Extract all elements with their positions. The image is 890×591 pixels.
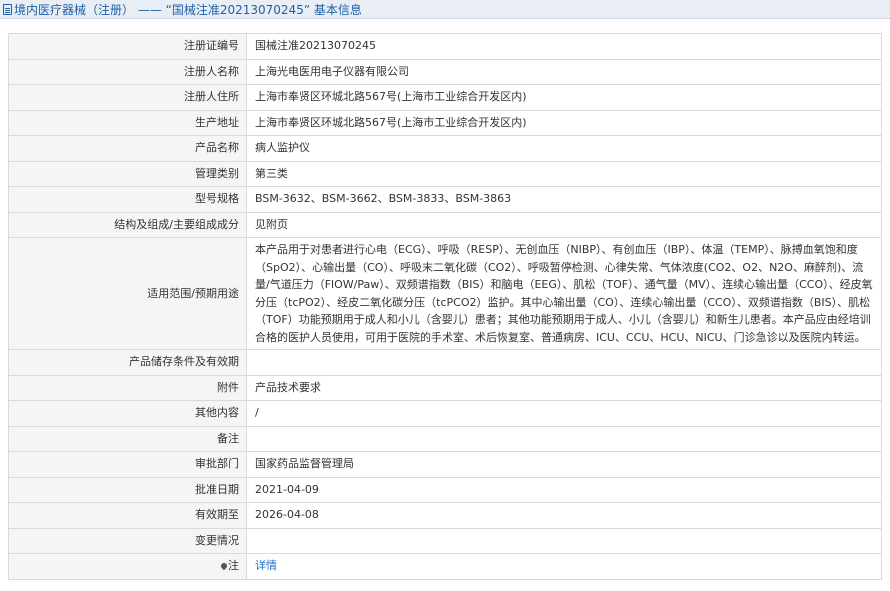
row-label: 有效期至 <box>8 502 247 529</box>
row-value: 第三类 <box>246 160 882 187</box>
table-row: 批准日期 2021-04-09 <box>8 476 882 503</box>
table-row: 审批部门 国家药品监督管理局 <box>8 451 882 478</box>
table-row: 产品名称 病人监护仪 <box>8 135 882 162</box>
row-value <box>246 349 882 376</box>
note-label-cell: 注 <box>8 553 247 580</box>
table-row: 型号规格 BSM-3632、BSM-3662、BSM-3833、BSM-3863 <box>8 186 882 213</box>
info-table: 注册证编号 国械注准20213070245 注册人名称 上海光电医用电子仪器有限… <box>8 33 882 580</box>
row-value: 本产品用于对患者进行心电（ECG）、呼吸（RESP）、无创血压（NIBP）、有创… <box>246 237 882 350</box>
table-row: 产品储存条件及有效期 <box>8 349 882 376</box>
document-icon <box>3 3 12 15</box>
row-value: BSM-3632、BSM-3662、BSM-3833、BSM-3863 <box>246 186 882 213</box>
row-value <box>246 425 882 452</box>
row-value: / <box>246 400 882 427</box>
table-row: 注册人住所 上海市奉贤区环城北路567号(上海市工业综合开发区内) <box>8 84 882 111</box>
row-value: 见附页 <box>246 211 882 238</box>
table-row: 注册证编号 国械注准20213070245 <box>8 33 882 60</box>
row-label: 产品储存条件及有效期 <box>8 349 247 376</box>
table-row: 备注 <box>8 425 882 452</box>
row-label: 注册人名称 <box>8 58 247 85</box>
table-row: 结构及组成/主要组成成分 见附页 <box>8 211 882 238</box>
row-value: 上海市奉贤区环城北路567号(上海市工业综合开发区内) <box>246 109 882 136</box>
row-label: 其他内容 <box>8 400 247 427</box>
pin-icon <box>219 562 229 571</box>
table-row: 其他内容 / <box>8 400 882 427</box>
row-value: 产品技术要求 <box>246 374 882 401</box>
row-label: 批准日期 <box>8 476 247 503</box>
note-value-cell: 详情 <box>246 553 882 580</box>
row-value: 病人监护仪 <box>246 135 882 162</box>
table-row: 管理类别 第三类 <box>8 160 882 187</box>
table-row: 适用范围/预期用途 本产品用于对患者进行心电（ECG）、呼吸（RESP）、无创血… <box>8 237 882 350</box>
table-row: 注册人名称 上海光电医用电子仪器有限公司 <box>8 58 882 85</box>
table-row: 有效期至 2026-04-08 <box>8 502 882 529</box>
row-value: 国家药品监督管理局 <box>246 451 882 478</box>
row-label: 管理类别 <box>8 160 247 187</box>
page-title: 境内医疗器械（注册） —— “国械注准20213070245” 基本信息 <box>14 2 362 17</box>
note-label: 注 <box>228 559 239 573</box>
row-value: 国械注准20213070245 <box>246 33 882 60</box>
row-label: 产品名称 <box>8 135 247 162</box>
row-label: 备注 <box>8 425 247 452</box>
row-value <box>246 527 882 554</box>
table-row: 生产地址 上海市奉贤区环城北路567号(上海市工业综合开发区内) <box>8 109 882 136</box>
row-value: 2026-04-08 <box>246 502 882 529</box>
details-link[interactable]: 详情 <box>255 559 277 572</box>
row-label: 结构及组成/主要组成成分 <box>8 211 247 238</box>
table-row: 附件 产品技术要求 <box>8 374 882 401</box>
page-header: 境内医疗器械（注册） —— “国械注准20213070245” 基本信息 <box>0 0 890 19</box>
row-label: 适用范围/预期用途 <box>8 237 247 350</box>
row-label: 注册证编号 <box>8 33 247 60</box>
note-row: 注 详情 <box>8 553 882 580</box>
row-label: 变更情况 <box>8 527 247 554</box>
row-label: 附件 <box>8 374 247 401</box>
row-value: 2021-04-09 <box>246 476 882 503</box>
row-label: 审批部门 <box>8 451 247 478</box>
row-label: 生产地址 <box>8 109 247 136</box>
row-value: 上海光电医用电子仪器有限公司 <box>246 58 882 85</box>
row-value: 上海市奉贤区环城北路567号(上海市工业综合开发区内) <box>246 84 882 111</box>
table-row: 变更情况 <box>8 527 882 554</box>
row-label: 注册人住所 <box>8 84 247 111</box>
row-label: 型号规格 <box>8 186 247 213</box>
